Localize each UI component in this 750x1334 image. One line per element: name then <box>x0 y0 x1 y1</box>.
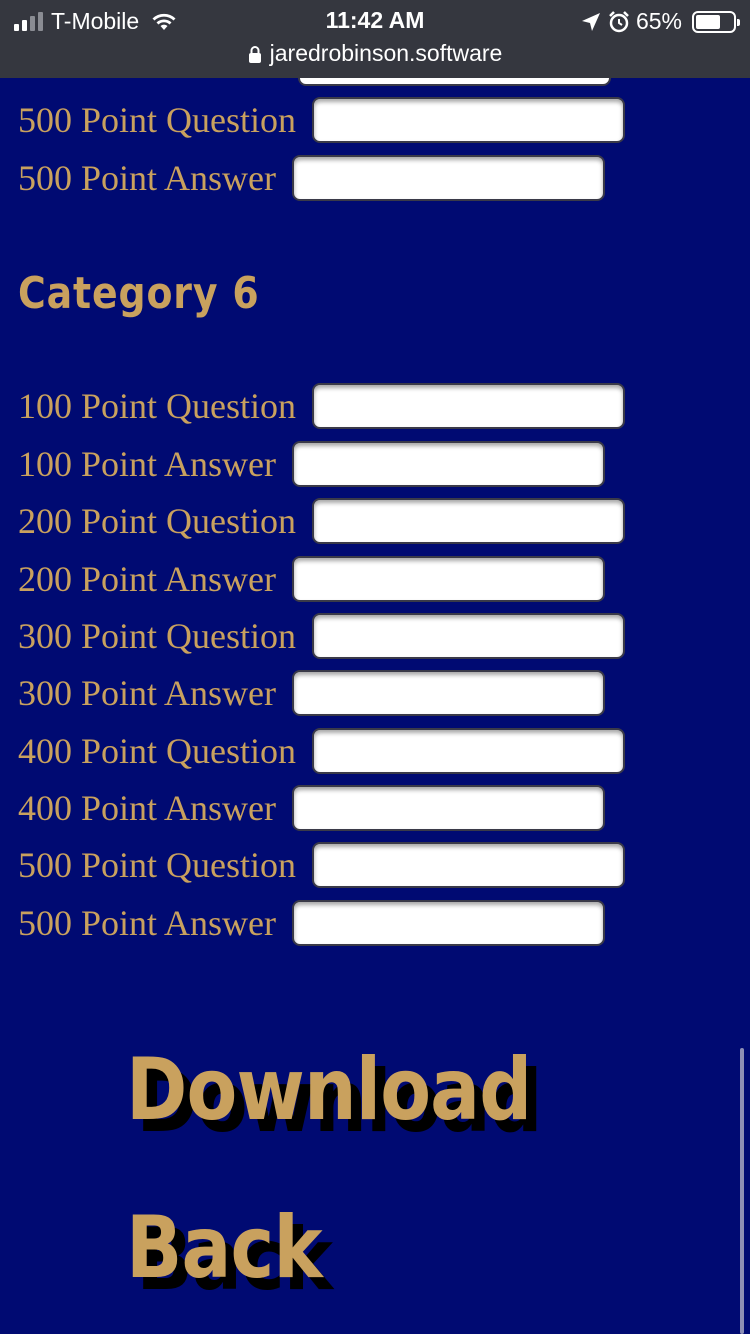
field-label: 100 Point Question <box>18 386 297 426</box>
category6-q500-input[interactable] <box>312 842 626 888</box>
category6-q300-row: 300 Point Question <box>18 613 626 659</box>
field-label: 500 Point Question <box>18 100 297 140</box>
category5-a500-row: 500 Point Answer <box>18 155 606 201</box>
field-label: 300 Point Answer <box>18 673 277 713</box>
field-label: 500 Point Answer <box>18 903 277 943</box>
battery-icon <box>692 10 740 33</box>
category6-q200-row: 200 Point Question <box>18 498 626 544</box>
field-label: 100 Point Answer <box>18 444 277 484</box>
category5-q500-row: 500 Point Question <box>18 97 626 143</box>
category6-a200-row: 200 Point Answer <box>18 556 606 602</box>
scrollbar[interactable] <box>740 1048 744 1334</box>
category6-q400-input[interactable] <box>312 728 626 774</box>
category6-a100-row: 100 Point Answer <box>18 441 606 487</box>
category6-q100-input[interactable] <box>312 383 626 429</box>
status-right: 65% <box>580 8 740 35</box>
field-label: 300 Point Question <box>18 616 297 656</box>
category6-a400-input[interactable] <box>292 785 606 831</box>
download-button[interactable]: Download <box>126 1040 532 1140</box>
lock-icon <box>248 45 261 63</box>
category6-q500-row: 500 Point Question <box>18 842 626 888</box>
category5-a500-input[interactable] <box>292 155 606 201</box>
category6-a500-row: 500 Point Answer <box>18 900 606 946</box>
back-button[interactable]: Back <box>126 1198 323 1298</box>
category6-a400-row: 400 Point Answer <box>18 785 606 831</box>
field-label: 400 Point Question <box>18 731 297 771</box>
category6-a200-input[interactable] <box>292 556 606 602</box>
category6-a300-row: 300 Point Answer <box>18 670 606 716</box>
category6-a100-input[interactable] <box>292 441 606 487</box>
status-bar: T-Mobile 11:42 AM 65% jaredrobinson.soft… <box>0 0 750 78</box>
field-label: 200 Point Answer <box>18 559 277 599</box>
category6-a500-input[interactable] <box>292 900 606 946</box>
category6-q100-row: 100 Point Question <box>18 383 626 429</box>
category5-q500-input[interactable] <box>312 97 626 143</box>
field-label: 200 Point Question <box>18 501 297 541</box>
field-label: 400 Point Answer <box>18 788 277 828</box>
address-bar[interactable]: jaredrobinson.software <box>0 40 750 67</box>
category6-q400-row: 400 Point Question <box>18 728 626 774</box>
category6-a300-input[interactable] <box>292 670 606 716</box>
category6-q300-input[interactable] <box>312 613 626 659</box>
category6-q200-input[interactable] <box>312 498 626 544</box>
category-heading: Category 6 <box>18 268 260 319</box>
battery-percent: 65% <box>635 8 682 34</box>
field-label: 500 Point Answer <box>18 158 277 198</box>
field-label: 500 Point Question <box>18 845 297 885</box>
alarm-icon <box>609 10 629 32</box>
location-icon <box>581 12 600 31</box>
url-text: jaredrobinson.software <box>269 40 503 66</box>
